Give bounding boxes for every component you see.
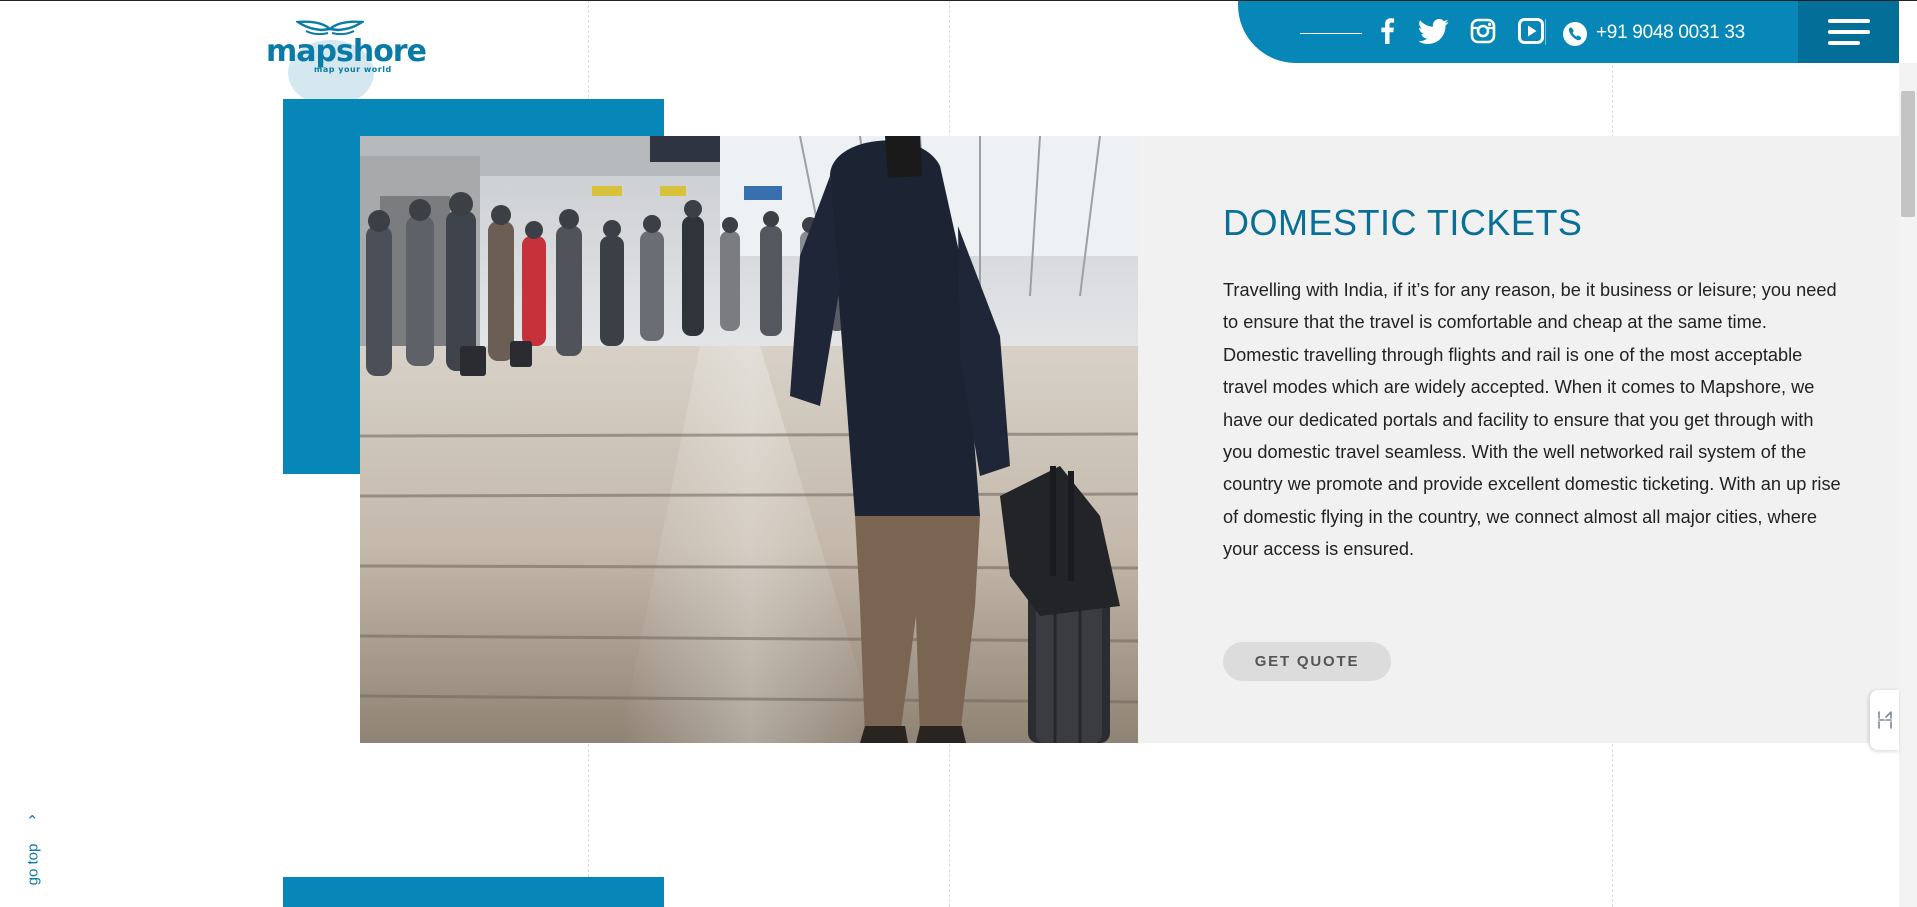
scrollbar-thumb[interactable] xyxy=(1901,91,1915,217)
twitter-icon xyxy=(1419,18,1449,44)
section-title: DOMESTIC TICKETS xyxy=(1223,202,1583,243)
widget-tab-icon xyxy=(1877,711,1892,729)
side-widget-tab[interactable] xyxy=(1870,690,1899,750)
go-top-label: go top xyxy=(24,843,42,886)
chevron-up-icon: ⌃ xyxy=(26,812,39,830)
hamburger-menu-icon-bar xyxy=(1827,40,1860,45)
logo-tagline: map your world xyxy=(314,65,392,74)
hamburger-menu-icon-bar xyxy=(1827,29,1870,34)
facebook-icon xyxy=(1381,18,1395,44)
twitter-link[interactable] xyxy=(1419,16,1449,46)
phone-icon xyxy=(1563,22,1587,46)
facebook-link[interactable] xyxy=(1372,16,1402,46)
instagram-icon xyxy=(1470,18,1496,44)
menu-button[interactable] xyxy=(1798,0,1899,63)
domestic-tickets-panel: DOMESTIC TICKETS Travelling with India, … xyxy=(1138,136,1899,743)
youtube-icon xyxy=(1518,18,1544,44)
hamburger-menu-icon xyxy=(1827,18,1870,23)
logo-wordmark: mapshore xyxy=(266,34,427,69)
phone-separator xyxy=(1545,19,1546,45)
section-description: Travelling with India, if it’s for any r… xyxy=(1223,280,1841,560)
traveller-with-luggage-in-airport-photo xyxy=(360,136,1138,743)
topbar-divider-line xyxy=(1300,33,1362,34)
top-contact-bar: +91 9048 0031 33 xyxy=(1238,0,1899,63)
mapshore-logo[interactable]: mapshore map your world xyxy=(266,18,427,74)
top-border xyxy=(0,0,1917,1)
get-quote-button[interactable]: GET QUOTE xyxy=(1223,642,1391,681)
youtube-link[interactable] xyxy=(1516,16,1546,46)
decorative-blue-block-next xyxy=(283,877,664,907)
go-top-link[interactable]: ⌃ go top xyxy=(22,812,44,907)
phone-number-link[interactable]: +91 9048 0031 33 xyxy=(1596,22,1745,44)
instagram-link[interactable] xyxy=(1468,16,1498,46)
